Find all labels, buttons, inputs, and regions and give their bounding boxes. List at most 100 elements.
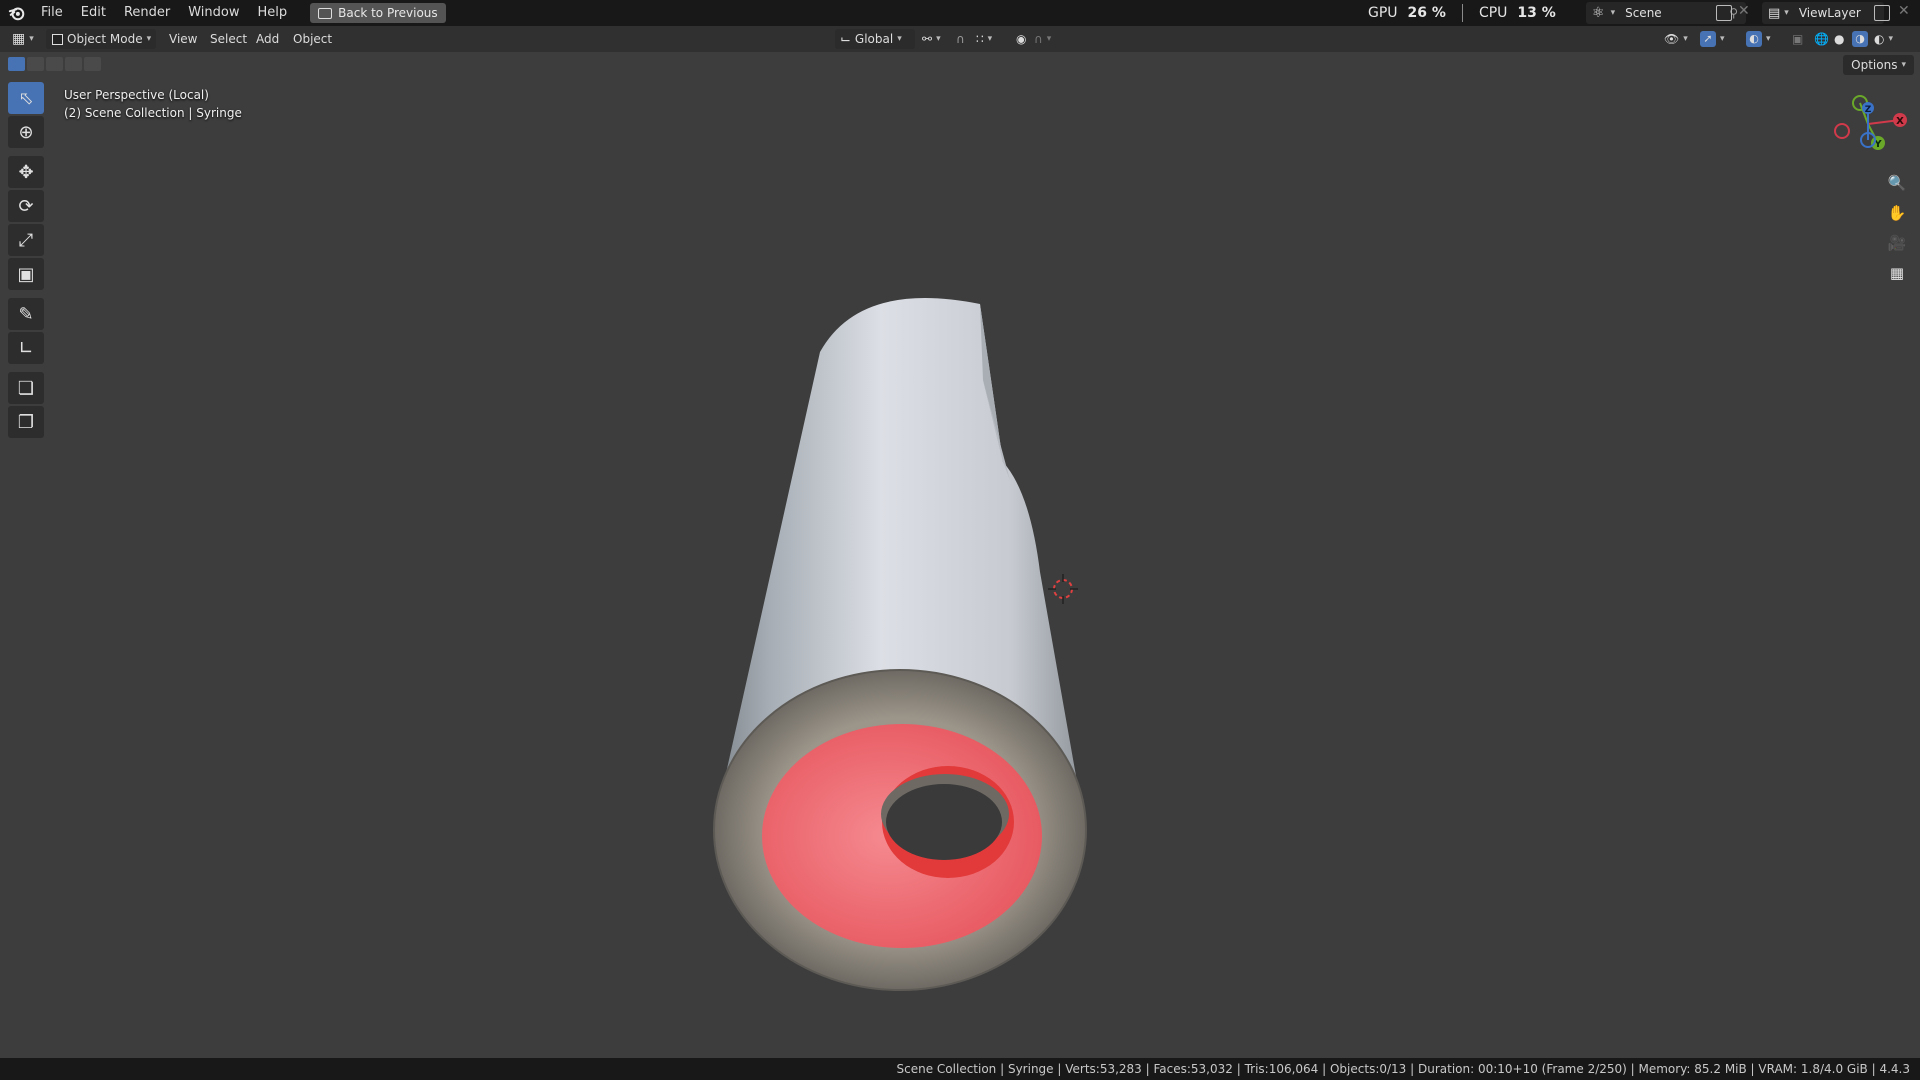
shading-rendered-button[interactable]: ◐ ▾ bbox=[1874, 29, 1893, 49]
select-box-icon: ⬁ bbox=[18, 87, 34, 109]
xray-icon: ▣ bbox=[1792, 32, 1804, 46]
new-view-layer-icon[interactable] bbox=[1874, 5, 1890, 21]
options-dropdown[interactable]: Options ▾ bbox=[1843, 55, 1914, 75]
selection-mode-group bbox=[8, 57, 101, 71]
ortho-toggle-button[interactable]: ▦ bbox=[1884, 260, 1910, 286]
orientation-axes-icon: ⌙ bbox=[840, 31, 851, 47]
pivot-point-button[interactable]: ⚯ ▾ bbox=[922, 29, 941, 49]
select-intersect-mode-icon[interactable] bbox=[84, 57, 101, 71]
shading-material-button[interactable]: ◑ bbox=[1852, 29, 1868, 49]
menu-select[interactable]: Select bbox=[210, 29, 247, 49]
menu-add[interactable]: Add bbox=[256, 29, 279, 49]
editor-type-button[interactable]: ▦ ▾ bbox=[12, 29, 34, 49]
gizmo-z-label: Z bbox=[1865, 105, 1872, 115]
back-to-previous-label: Back to Previous bbox=[338, 6, 438, 20]
menu-object[interactable]: Object bbox=[293, 29, 332, 49]
gpu-label: GPU bbox=[1368, 5, 1398, 21]
select-subtract-mode-icon[interactable] bbox=[46, 57, 63, 71]
3d-viewport[interactable]: Options ▾ ⬁ ⊕ ✥ ⟳ ⤢ ▣ ✎ ∟ ❏ ❐ User Persp… bbox=[0, 52, 1920, 1058]
measure-tool[interactable]: ∟ bbox=[8, 332, 44, 364]
viewport-info-overlay: User Perspective (Local) (2) Scene Colle… bbox=[64, 86, 242, 122]
delete-scene-icon[interactable]: ✕ bbox=[1738, 3, 1750, 19]
rotate-tool[interactable]: ⟳ bbox=[8, 190, 44, 222]
select-new-mode-icon[interactable] bbox=[8, 57, 25, 71]
zoom-button[interactable]: 🔍 bbox=[1884, 170, 1910, 196]
navigation-gizmo[interactable]: X Y Z bbox=[1826, 88, 1912, 166]
menu-edit[interactable]: Edit bbox=[72, 0, 115, 26]
overlays-icon: ◐ bbox=[1746, 31, 1762, 47]
rotate-icon: ⟳ bbox=[18, 195, 34, 217]
annotate-tool[interactable]: ✎ bbox=[8, 298, 44, 330]
grid-icon: ▦ bbox=[1889, 264, 1905, 282]
chevron-down-icon: ▾ bbox=[1683, 34, 1688, 44]
mode-dropdown-content[interactable]: Object Mode ▾ bbox=[52, 29, 151, 49]
magnet-icon: ∩ bbox=[956, 32, 965, 46]
blender-logo-icon[interactable] bbox=[8, 4, 26, 22]
menu-window[interactable]: Window bbox=[179, 0, 248, 26]
annotate-icon: ✎ bbox=[18, 303, 34, 325]
wireframe-shading-icon: 🌐 bbox=[1814, 32, 1829, 46]
material-shading-icon: ◑ bbox=[1852, 31, 1868, 47]
shading-solid-button[interactable]: ● bbox=[1834, 29, 1844, 49]
chevron-down-icon: ▾ bbox=[29, 34, 34, 44]
visibility-button[interactable]: 👁 ▾ bbox=[1664, 29, 1688, 49]
xray-toggle[interactable]: ▣ bbox=[1792, 29, 1803, 49]
3d-viewport-icon: ▦ bbox=[12, 31, 26, 47]
viewport-header: ▦ ▾ Object Mode ▾ View Select Add Object… bbox=[0, 26, 1920, 52]
chevron-down-icon: ▾ bbox=[897, 34, 902, 44]
delete-view-layer-icon[interactable]: ✕ bbox=[1898, 3, 1910, 19]
back-to-previous-button[interactable]: Back to Previous bbox=[310, 3, 446, 23]
snap-target-button[interactable]: ∷ ▾ bbox=[976, 29, 992, 49]
menu-help[interactable]: Help bbox=[249, 0, 297, 26]
scale-icon: ⤢ bbox=[18, 229, 34, 251]
proportional-edit-icon: ◉ bbox=[1016, 32, 1027, 46]
proportional-falloff-button[interactable]: ∩ ▾ bbox=[1034, 29, 1051, 49]
snap-toggle[interactable]: ∩ bbox=[956, 29, 965, 49]
chevron-down-icon: ▾ bbox=[1766, 34, 1771, 44]
transform-orientation-label: Global bbox=[854, 32, 894, 46]
cursor-icon: ⊕ bbox=[18, 121, 34, 143]
transform-icon: ▣ bbox=[17, 263, 35, 285]
add-cube-tool[interactable]: ❏ bbox=[8, 372, 44, 404]
add-object-tool[interactable]: ❐ bbox=[8, 406, 44, 438]
scene-icon: ⚛ bbox=[1592, 5, 1605, 21]
scale-tool[interactable]: ⤢ bbox=[8, 224, 44, 256]
camera-view-button[interactable]: 🎥 bbox=[1884, 230, 1910, 256]
chevron-down-icon: ▾ bbox=[1610, 8, 1616, 18]
view-layer-selector[interactable]: ▤ ▾ ViewLayer bbox=[1762, 2, 1884, 24]
chevron-down-icon: ▾ bbox=[1784, 8, 1789, 18]
select-invert-mode-icon[interactable] bbox=[65, 57, 82, 71]
select-extend-mode-icon[interactable] bbox=[27, 57, 44, 71]
chevron-down-icon: ▾ bbox=[936, 34, 941, 44]
transform-orientation-content[interactable]: ⌙ Global ▾ bbox=[840, 29, 902, 49]
gizmo-neg-x-icon[interactable] bbox=[1834, 123, 1850, 139]
perf-divider bbox=[1461, 4, 1463, 22]
cursor-tool[interactable]: ⊕ bbox=[8, 116, 44, 148]
proportional-editing-toggle[interactable]: ◉ bbox=[1016, 29, 1026, 49]
snap-grid-icon: ∷ bbox=[976, 32, 984, 46]
chevron-down-icon: ▾ bbox=[1901, 60, 1906, 70]
overlays-toggle[interactable]: ◐ ▾ bbox=[1746, 29, 1771, 49]
menu-file[interactable]: File bbox=[32, 0, 72, 26]
perspective-label: User Perspective (Local) bbox=[64, 88, 209, 102]
chevron-down-icon: ▾ bbox=[146, 34, 152, 44]
transform-tool[interactable]: ▣ bbox=[8, 258, 44, 290]
syringe-mesh[interactable] bbox=[700, 282, 1100, 1002]
hand-icon: ✋ bbox=[1887, 204, 1907, 222]
cpu-label: CPU bbox=[1478, 5, 1508, 21]
scene-statistics: Scene Collection | Syringe | Verts:53,28… bbox=[896, 1062, 1910, 1076]
pan-button[interactable]: ✋ bbox=[1884, 200, 1910, 226]
move-tool[interactable]: ✥ bbox=[8, 156, 44, 188]
menu-view[interactable]: View bbox=[169, 29, 197, 49]
cpu-value: 13 % bbox=[1517, 5, 1556, 21]
add-cube-icon: ❏ bbox=[17, 377, 35, 399]
measure-icon: ∟ bbox=[18, 337, 34, 359]
select-box-tool[interactable]: ⬁ bbox=[8, 82, 44, 114]
menu-render[interactable]: Render bbox=[115, 0, 179, 26]
performance-indicator: GPU 26 % CPU 13 % bbox=[1368, 0, 1556, 26]
chevron-down-icon: ▾ bbox=[987, 34, 993, 44]
gizmo-toggle[interactable]: ➚ ▾ bbox=[1700, 29, 1725, 49]
shading-wireframe-button[interactable]: 🌐 bbox=[1814, 29, 1829, 49]
pivot-icon: ⚯ bbox=[922, 32, 933, 46]
new-scene-icon[interactable] bbox=[1716, 5, 1732, 21]
